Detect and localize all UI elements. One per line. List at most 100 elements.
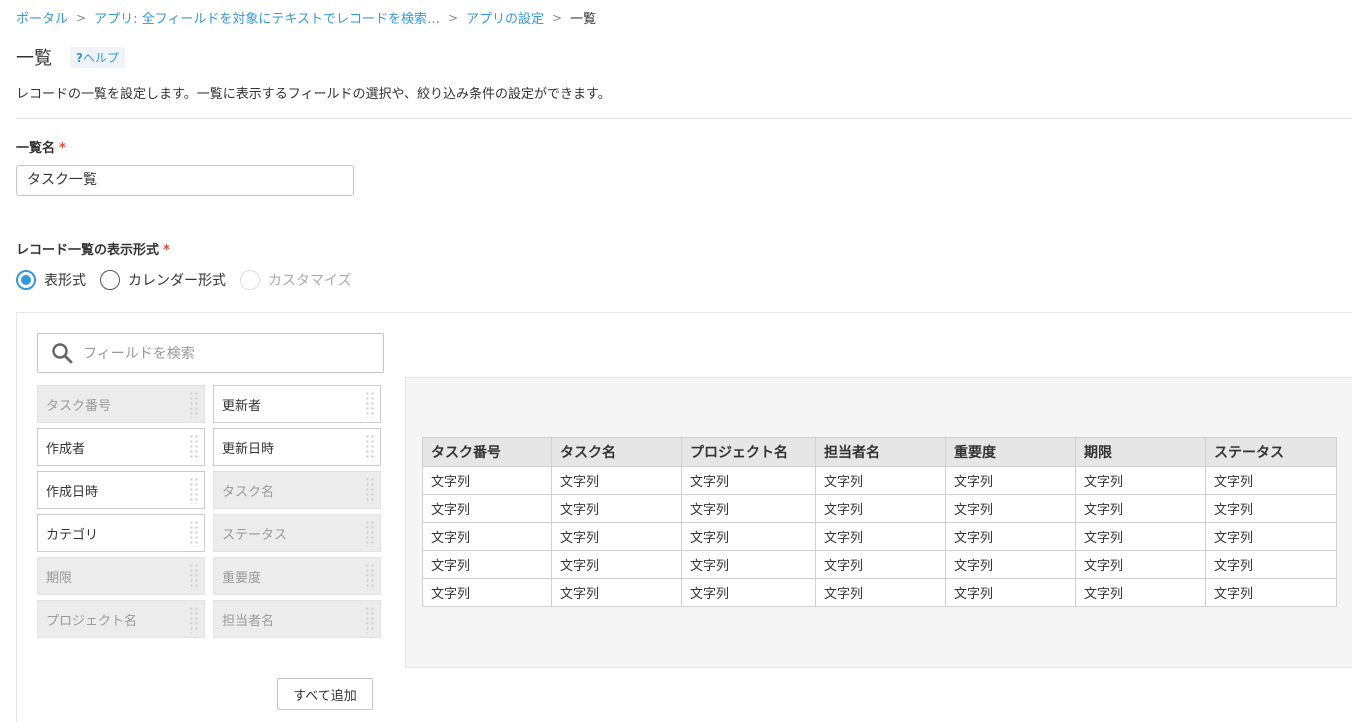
table-cell: 文字列 [681, 578, 816, 607]
field-item[interactable]: ステータス [213, 514, 381, 552]
add-all-button[interactable]: すべて追加 [277, 678, 373, 710]
radio-calendar-format[interactable]: カレンダー形式 [100, 270, 226, 290]
table-cell: 文字列 [1205, 494, 1337, 523]
table-cell: 文字列 [681, 522, 816, 551]
required-mark: * [59, 141, 66, 156]
field-item[interactable]: タスク番号 [37, 385, 205, 423]
table-cell: 文字列 [945, 550, 1076, 579]
radio-table-format[interactable]: 表形式 [16, 270, 86, 290]
table-cell: 文字列 [945, 522, 1076, 551]
drag-handle-icon[interactable] [189, 477, 199, 504]
table-cell: 文字列 [422, 522, 552, 551]
field-item[interactable]: 期限 [37, 557, 205, 595]
drag-handle-icon[interactable] [365, 606, 375, 633]
table-row: 文字列 文字列 文字列 文字列 文字列 文字列 文字列 [422, 522, 1337, 551]
display-format-label-text: レコード一覧の表示形式 [16, 243, 160, 258]
view-name-label-text: 一覧名 [16, 141, 56, 156]
field-search-placeholder: フィールドを検索 [83, 346, 195, 362]
table-row: 文字列 文字列 文字列 文字列 文字列 文字列 文字列 [422, 578, 1337, 607]
field-item[interactable]: 重要度 [213, 557, 381, 595]
table-row: 文字列 文字列 文字列 文字列 文字列 文字列 文字列 [422, 494, 1337, 523]
drag-handle-icon[interactable] [365, 434, 375, 461]
breadcrumb-separator: > [76, 10, 87, 25]
table-cell: 文字列 [422, 550, 552, 579]
table-cell: 文字列 [1205, 550, 1337, 579]
table-column-header[interactable]: 重要度 [945, 437, 1076, 467]
table-row: 文字列 文字列 文字列 文字列 文字列 文字列 文字列 [422, 550, 1337, 579]
field-item[interactable]: 作成者 [37, 428, 205, 466]
drag-handle-icon[interactable] [365, 520, 375, 547]
field-item-label: 重要度 [222, 570, 262, 586]
drag-handle-icon[interactable] [189, 606, 199, 633]
field-item-label: タスク名 [222, 484, 275, 500]
table-cell: 文字列 [551, 578, 682, 607]
help-label: ヘルプ [82, 51, 119, 65]
drag-handle-icon[interactable] [189, 391, 199, 418]
table-cell: 文字列 [551, 466, 682, 495]
table-cell: 文字列 [681, 550, 816, 579]
drag-handle-icon[interactable] [189, 434, 199, 461]
field-item-label: 期限 [46, 570, 73, 586]
display-format-label: レコード一覧の表示形式 * [16, 239, 170, 258]
view-name-input[interactable]: タスク一覧 [16, 165, 354, 196]
table-cell: 文字列 [1075, 466, 1206, 495]
table-column-header[interactable]: タスク番号 [422, 437, 552, 467]
field-item[interactable]: カテゴリ [37, 514, 205, 552]
table-cell: 文字列 [422, 466, 552, 495]
drag-handle-icon[interactable] [189, 563, 199, 590]
field-search-input[interactable]: フィールドを検索 [37, 333, 384, 373]
table-column-header[interactable]: ステータス [1205, 437, 1337, 467]
table-cell: 文字列 [551, 494, 682, 523]
display-format-radio-group: 表形式 カレンダー形式 カスタマイズ [16, 270, 366, 290]
table-cell: 文字列 [1205, 522, 1337, 551]
search-icon [52, 343, 73, 364]
table-cell: 文字列 [1205, 578, 1337, 607]
drag-handle-icon[interactable] [365, 563, 375, 590]
table-column-header[interactable]: プロジェクト名 [681, 437, 816, 467]
drag-handle-icon[interactable] [365, 391, 375, 418]
drag-handle-icon[interactable] [365, 477, 375, 504]
breadcrumb-app-link[interactable]: アプリ: 全フィールドを対象にテキストでレコードを検索… [94, 8, 440, 27]
field-item[interactable]: 担当者名 [213, 600, 381, 638]
field-item[interactable]: 作成日時 [37, 471, 205, 509]
table-cell: 文字列 [681, 466, 816, 495]
table-cell: 文字列 [815, 522, 946, 551]
field-item-label: カテゴリ [46, 527, 99, 543]
table-cell: 文字列 [1075, 522, 1206, 551]
breadcrumb-portal-link[interactable]: ポータル [16, 8, 68, 27]
help-link[interactable]: ?ヘルプ [70, 47, 125, 68]
table-column-header[interactable]: 期限 [1075, 437, 1206, 467]
table-cell: 文字列 [815, 550, 946, 579]
page-description: レコードの一覧を設定します。一覧に表示するフィールドの選択や、絞り込み条件の設定… [16, 87, 611, 102]
table-cell: 文字列 [681, 494, 816, 523]
table-cell: 文字列 [551, 550, 682, 579]
field-item-label: プロジェクト名 [46, 613, 138, 629]
field-item[interactable]: プロジェクト名 [37, 600, 205, 638]
radio-disabled-icon [240, 270, 260, 290]
field-item[interactable]: タスク名 [213, 471, 381, 509]
breadcrumb-separator: > [447, 10, 459, 25]
table-column-header[interactable]: タスク名 [551, 437, 682, 467]
view-name-label: 一覧名 * [16, 137, 66, 156]
field-item-label: ステータス [222, 527, 288, 543]
table-cell: 文字列 [815, 578, 946, 607]
table-cell: 文字列 [815, 494, 946, 523]
field-item-label: 更新日時 [222, 441, 275, 457]
table-cell: 文字列 [551, 522, 682, 551]
radio-label: カスタマイズ [268, 273, 352, 289]
table-cell: 文字列 [945, 466, 1076, 495]
table-cell: 文字列 [1205, 466, 1337, 495]
page-title: 一覧 [16, 48, 52, 69]
breadcrumb-settings-link[interactable]: アプリの設定 [466, 8, 544, 27]
required-mark: * [163, 243, 170, 258]
table-row: 文字列 文字列 文字列 文字列 文字列 文字列 文字列 [422, 466, 1337, 495]
field-item[interactable]: 更新者 [213, 385, 381, 423]
breadcrumb: ポータル > アプリ: 全フィールドを対象にテキストでレコードを検索… > アプ… [16, 8, 596, 28]
preview-table: タスク番号 タスク名 プロジェクト名 担当者名 重要度 期限 ステータス 文字列 文字列 文字列… [422, 437, 1337, 607]
field-item[interactable]: 更新日時 [213, 428, 381, 466]
field-item-label: 担当者名 [222, 613, 275, 629]
drag-handle-icon[interactable] [189, 520, 199, 547]
radio-unchecked-icon [100, 270, 120, 290]
help-icon: ? [76, 51, 83, 65]
table-column-header[interactable]: 担当者名 [815, 437, 946, 467]
